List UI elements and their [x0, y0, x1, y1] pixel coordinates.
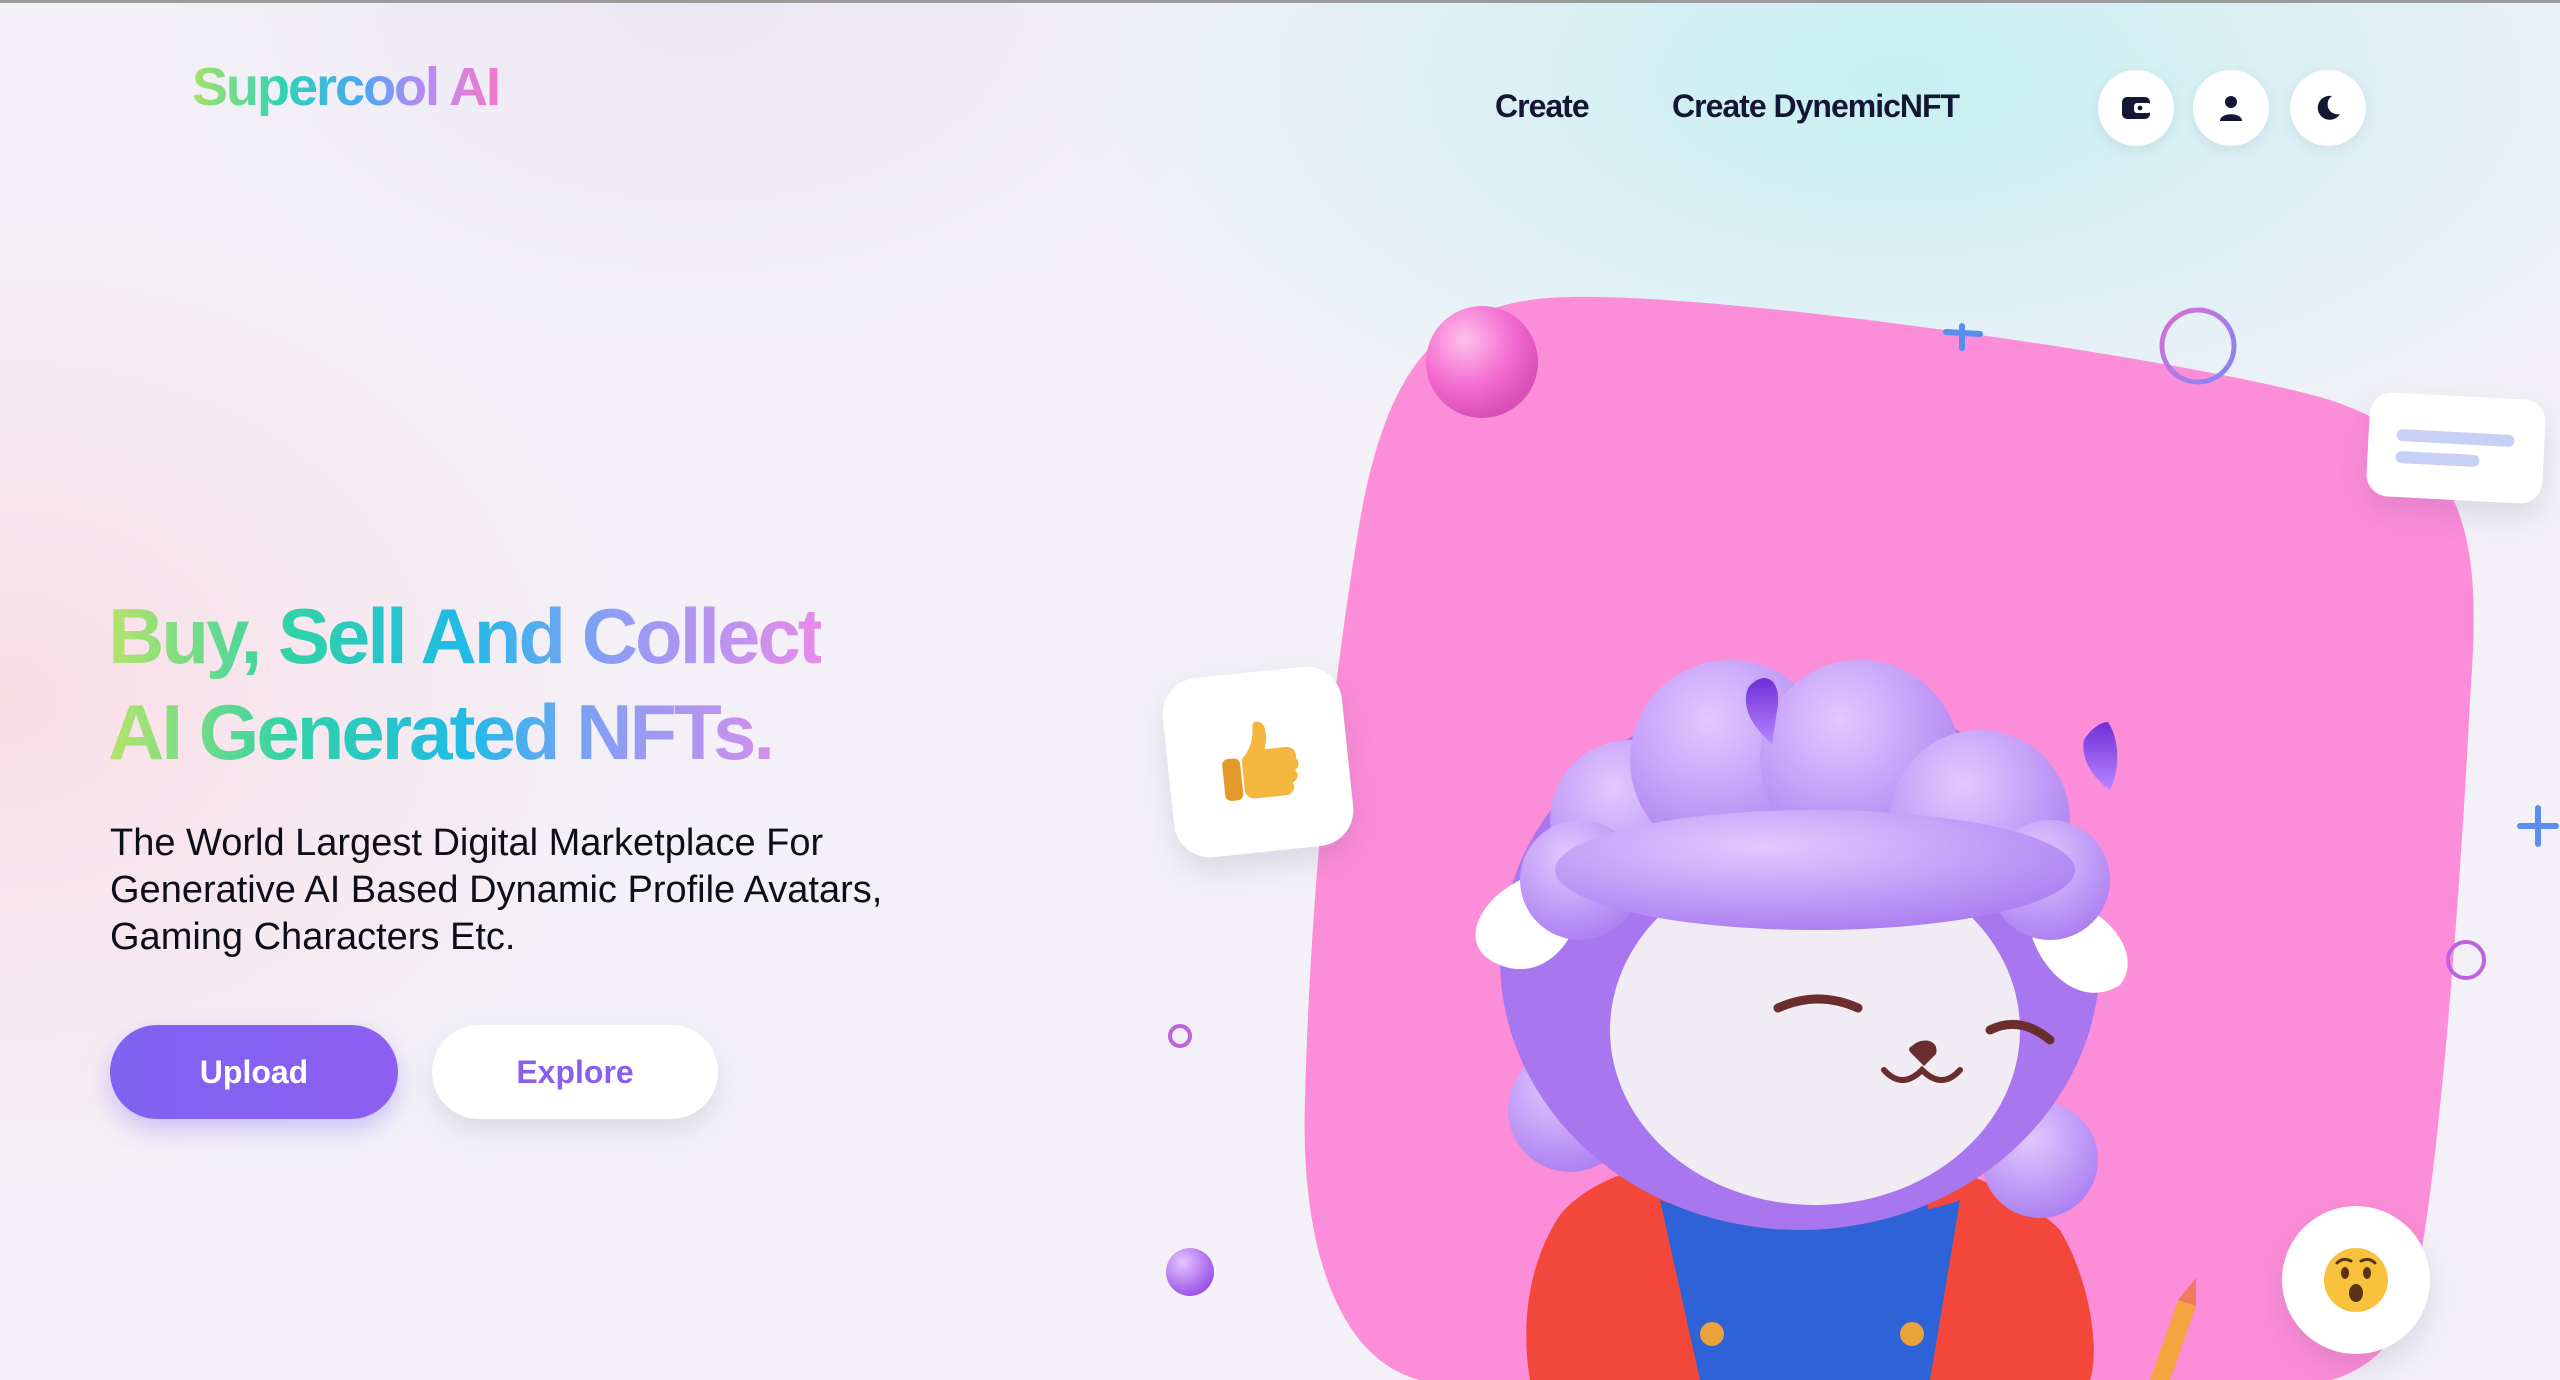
upload-button[interactable]: Upload	[110, 1025, 398, 1119]
nav-link-create-dynamic-nft[interactable]: Create DynemicNFT	[1672, 88, 1960, 125]
sheep-character	[1475, 660, 2196, 1380]
user-icon	[2220, 96, 2242, 121]
surprised-face-icon	[2324, 1248, 2388, 1312]
brand-logo[interactable]: Supercool AI	[192, 56, 501, 118]
theme-toggle-button[interactable]	[2290, 70, 2366, 146]
surprised-face-card	[2282, 1206, 2430, 1354]
explore-button[interactable]: Explore	[432, 1025, 718, 1119]
ring-left	[1168, 1024, 1192, 1048]
plus-right	[2517, 805, 2559, 847]
pink-backdrop-shape	[1304, 296, 2474, 1380]
thumbs-up-icon	[1222, 721, 1299, 801]
wallet-button[interactable]	[2098, 70, 2174, 146]
nav-link-create[interactable]: Create	[1495, 88, 1590, 125]
hero-title: Buy, Sell And Collect AI Generated NFTs.	[108, 588, 821, 780]
window-top-border	[0, 0, 2560, 3]
hero-title-line-1: Buy, Sell And Collect	[108, 592, 821, 680]
chat-bubble-card	[2365, 391, 2547, 505]
thumbs-up-card	[1159, 663, 1357, 861]
moon-icon	[2317, 95, 2340, 120]
purple-sphere-small	[1166, 1248, 1214, 1296]
hero-title-line-2: AI Generated NFTs.	[108, 688, 773, 776]
ring-right	[2446, 940, 2486, 980]
pink-sphere	[1426, 306, 1538, 418]
chat-bubble-icon	[2395, 429, 2515, 467]
wallet-icon	[2122, 97, 2151, 119]
ring-top	[2159, 307, 2237, 385]
profile-button[interactable]	[2193, 70, 2269, 146]
plus-top	[1943, 323, 1983, 351]
hero-subtitle: The World Largest Digital Marketplace Fo…	[110, 822, 883, 958]
